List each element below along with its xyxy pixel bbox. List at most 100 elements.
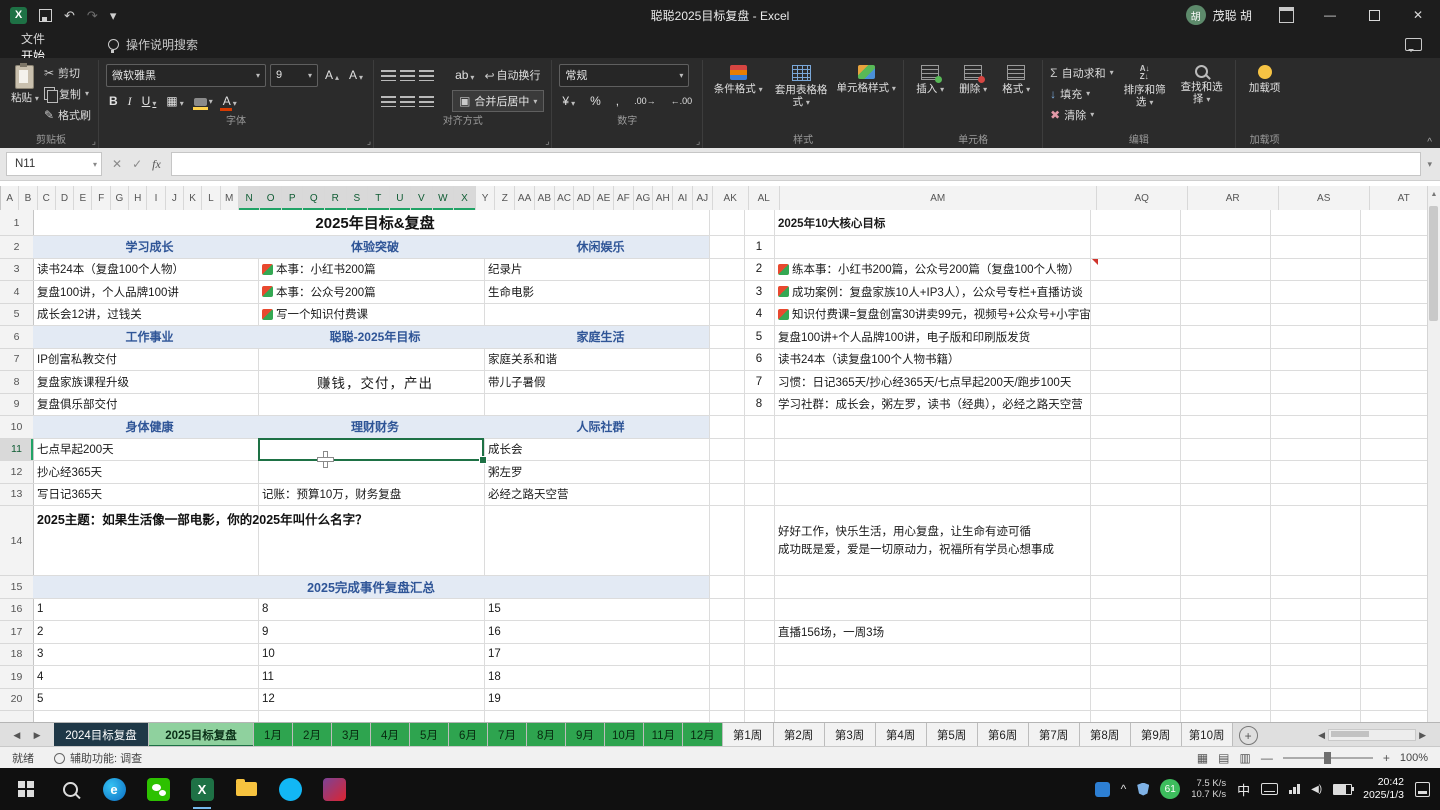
- cell-r12c1[interactable]: 抄心经365天: [33, 461, 266, 483]
- cell-r3c1[interactable]: 读书24本（复盘100个人物）: [33, 259, 266, 281]
- new-sheet-button[interactable]: +: [1239, 726, 1258, 745]
- cell-r4-am[interactable]: 成功案例：复盘家族10人+IP3人），公众号专栏+直播访谈: [774, 281, 1098, 303]
- column-header[interactable]: A: [1, 186, 19, 210]
- cell-r4-al[interactable]: 3: [744, 281, 774, 303]
- cell-r6c2[interactable]: 聪聪-2025年目标: [258, 326, 492, 348]
- align-top-icon[interactable]: [381, 70, 396, 81]
- column-header[interactable]: AK: [713, 186, 749, 210]
- cell-r8-al[interactable]: 7: [744, 371, 774, 393]
- cell-styles-button[interactable]: 单元格样式 ▾: [836, 62, 896, 95]
- cell-r2c2[interactable]: 体验突破: [258, 236, 492, 258]
- row-header[interactable]: 13: [0, 484, 33, 507]
- row-header[interactable]: 15: [0, 576, 33, 599]
- sheet-tab[interactable]: 11月: [644, 723, 683, 747]
- column-header[interactable]: AB: [535, 186, 555, 210]
- touch-keyboard-icon[interactable]: [1261, 783, 1278, 795]
- name-box[interactable]: N11 ▾: [6, 152, 102, 176]
- zoom-slider[interactable]: [1283, 757, 1373, 759]
- wrap-text-button[interactable]: ↩自动换行: [481, 67, 543, 83]
- page-break-view-icon[interactable]: ▥: [1240, 751, 1251, 765]
- cell-r13c2[interactable]: 记账：预算10万，财务复盘: [258, 484, 492, 506]
- accounting-format-button[interactable]: ¥▾: [559, 94, 578, 108]
- increase-decimal-button[interactable]: .00→: [631, 96, 659, 106]
- expand-formula-bar-icon[interactable]: ▾: [1427, 159, 1438, 170]
- account-chip[interactable]: 胡 茂聪 胡: [1174, 5, 1264, 25]
- sheet-tab[interactable]: 第2周: [774, 723, 825, 747]
- cell-r8c1[interactable]: 复盘家族课程升级: [33, 371, 266, 393]
- cell-r20c1[interactable]: 5: [33, 689, 266, 711]
- row-header[interactable]: 14: [0, 506, 33, 576]
- number-dialog-launcher[interactable]: ⌟: [696, 136, 700, 147]
- cell-r4c1[interactable]: 复盘100讲，个人品牌100讲: [33, 281, 266, 303]
- merge-center-button[interactable]: ▣合并后居中▾: [452, 90, 544, 112]
- column-header[interactable]: AQ: [1097, 186, 1188, 210]
- font-color-button[interactable]: A ▾: [220, 94, 240, 108]
- font-size-select[interactable]: 9▾: [270, 64, 318, 87]
- row-header[interactable]: 16: [0, 599, 33, 622]
- conditional-formatting-button[interactable]: 条件格式 ▾: [710, 62, 766, 96]
- column-header[interactable]: AD: [574, 186, 594, 210]
- column-header[interactable]: AE: [594, 186, 614, 210]
- taskbar-qq-button[interactable]: [268, 769, 312, 809]
- start-button[interactable]: [4, 769, 48, 809]
- cell-summary-title[interactable]: 2025完成事件复盘汇总: [33, 576, 709, 598]
- column-header[interactable]: AC: [555, 186, 575, 210]
- zoom-in-icon[interactable]: +: [1383, 751, 1390, 765]
- copy-button[interactable]: 复制 ▾: [44, 83, 91, 104]
- cell-r8c3[interactable]: 带儿子暑假: [484, 371, 717, 393]
- row-header[interactable]: 6: [0, 326, 33, 349]
- accessibility-status[interactable]: 辅助功能: 调查: [54, 750, 142, 766]
- number-format-select[interactable]: 常规▾: [559, 64, 689, 87]
- sheet-tab[interactable]: 第6周: [978, 723, 1029, 747]
- column-header[interactable]: I: [147, 186, 165, 210]
- comma-style-button[interactable]: ,: [613, 94, 622, 108]
- horizontal-scrollbar-thumb[interactable]: [1331, 731, 1369, 737]
- increase-font-button[interactable]: A▴: [322, 68, 342, 82]
- clock[interactable]: 20:42 2025/1/3: [1363, 776, 1404, 802]
- cell-r17c2[interactable]: 9: [258, 621, 492, 643]
- redo-icon[interactable]: ↷: [87, 9, 98, 22]
- column-header[interactable]: B: [19, 186, 37, 210]
- row-header[interactable]: 11: [0, 439, 33, 462]
- column-header[interactable]: O: [260, 186, 282, 210]
- security-shield-icon[interactable]: [1137, 783, 1149, 796]
- cell-r18c1[interactable]: 3: [33, 644, 266, 666]
- column-header[interactable]: AA: [515, 186, 535, 210]
- page-layout-view-icon[interactable]: ▤: [1218, 751, 1229, 765]
- row-header[interactable]: 1: [0, 210, 33, 236]
- cell-r5c2[interactable]: 写一个知识付费课: [258, 304, 492, 326]
- zoom-slider-thumb[interactable]: [1324, 752, 1331, 764]
- column-header[interactable]: E: [74, 186, 92, 210]
- cell-r18c3[interactable]: 17: [484, 644, 717, 666]
- taskbar-wechat-button[interactable]: [136, 769, 180, 809]
- row-header[interactable]: 4: [0, 281, 33, 304]
- addins-button[interactable]: 加载项: [1243, 62, 1287, 94]
- column-header[interactable]: AJ: [693, 186, 713, 210]
- align-left-icon[interactable]: [381, 96, 396, 107]
- insert-function-icon[interactable]: fx: [152, 157, 161, 172]
- format-painter-button[interactable]: ✎格式刷: [44, 104, 91, 125]
- sort-filter-button[interactable]: A↓Z↓ 排序和筛选 ▾: [1119, 62, 1171, 109]
- sheet-tab[interactable]: 4月: [371, 723, 410, 747]
- sheet-tab[interactable]: 10月: [605, 723, 644, 747]
- sheet-tab[interactable]: 9月: [566, 723, 605, 747]
- column-header[interactable]: AH: [653, 186, 673, 210]
- row-header[interactable]: 20: [0, 689, 33, 712]
- percent-style-button[interactable]: %: [587, 94, 604, 108]
- sheet-tab[interactable]: 12月: [683, 723, 722, 747]
- network-icon[interactable]: [1289, 784, 1300, 794]
- sheet-tab[interactable]: 2024目标复盘: [54, 723, 149, 747]
- column-header[interactable]: P: [282, 186, 304, 210]
- sheet-tab[interactable]: 2025目标复盘: [149, 723, 254, 747]
- column-header[interactable]: AI: [673, 186, 693, 210]
- column-header[interactable]: V: [411, 186, 433, 210]
- column-header[interactable]: AL: [749, 186, 780, 210]
- alignment-dialog-launcher[interactable]: ⌟: [545, 136, 549, 147]
- cut-button[interactable]: ✂剪切: [44, 62, 91, 83]
- cell-r17c1[interactable]: 2: [33, 621, 266, 643]
- taskbar-excel-button[interactable]: X: [180, 769, 224, 809]
- cell-r20c3[interactable]: 19: [484, 689, 717, 711]
- row-header[interactable]: 9: [0, 394, 33, 417]
- cell-r16c3[interactable]: 15: [484, 599, 717, 621]
- sheet-tab[interactable]: 第9周: [1131, 723, 1182, 747]
